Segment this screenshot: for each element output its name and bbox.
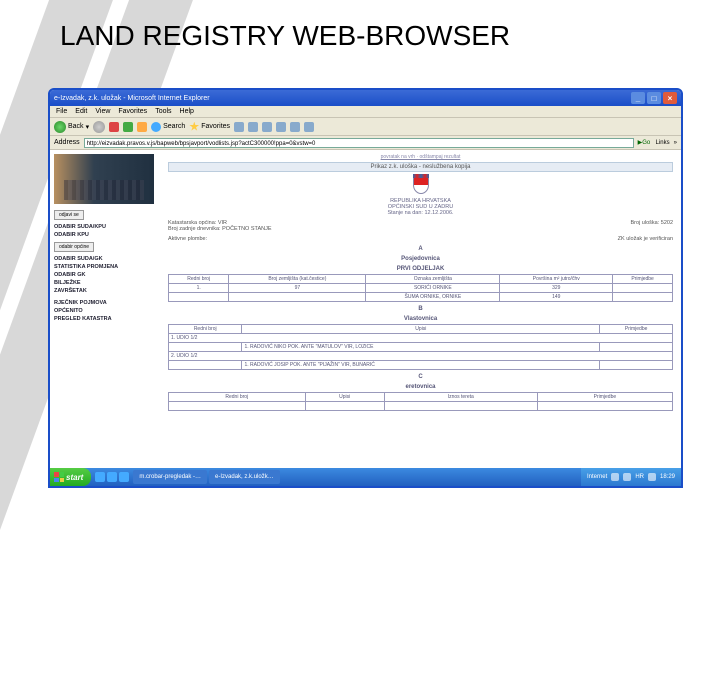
window-title: e-Izvadak, z.k. uložak - Microsoft Inter…: [54, 95, 629, 102]
lang-indicator[interactable]: HR: [635, 474, 644, 480]
sidebar-item-9[interactable]: OPĆENITO: [54, 308, 156, 314]
top-links[interactable]: povratak na vrh · odštampaj rezultat: [168, 154, 673, 160]
broj-label: Broj zadnje dnevnika: POČETNO STANJE: [168, 226, 673, 232]
table-row: 1. RADOVIĆ JOSIP POK. ANTE "PIJAŽIN" VIR…: [169, 361, 673, 370]
table-row: [169, 402, 673, 411]
sidebar-item-0[interactable]: ODABIR SUDA/KPU: [54, 224, 156, 230]
section-a-sub: Posjedovnica: [168, 256, 673, 262]
section-a: A: [168, 246, 673, 252]
system-tray: Internet HR 18:29: [581, 468, 681, 486]
logout-button[interactable]: odjavi se: [54, 210, 84, 220]
quick-launch: [95, 472, 129, 482]
maximize-button[interactable]: □: [647, 92, 661, 104]
search-button[interactable]: Search: [151, 122, 185, 132]
edit-icon[interactable]: [276, 122, 286, 132]
menu-edit[interactable]: Edit: [75, 108, 87, 115]
address-bar: Address http://eizvadak.pravos.v.js/bapw…: [50, 136, 681, 150]
tray-icon[interactable]: [623, 473, 631, 481]
section-b-sub: Vlastovnica: [168, 316, 673, 322]
sidebar-item-1[interactable]: ODABIR KPU: [54, 232, 156, 238]
menu-favorites[interactable]: Favorites: [118, 108, 147, 115]
tray-icon[interactable]: [648, 473, 656, 481]
mail-icon[interactable]: [248, 122, 258, 132]
table-row: Redni brojUpisiPrimjedbe: [169, 325, 673, 334]
print-icon[interactable]: [262, 122, 272, 132]
menu-tools[interactable]: Tools: [155, 108, 171, 115]
net-label: Internet: [587, 474, 607, 480]
tray-icon[interactable]: [611, 473, 619, 481]
task-button-1[interactable]: m.crobar-pregledak -…: [133, 470, 207, 484]
links-label[interactable]: Links: [656, 140, 670, 146]
titlebar[interactable]: e-Izvadak, z.k. uložak - Microsoft Inter…: [50, 90, 681, 106]
task-button-2[interactable]: e-Izvadak, z.k.uložk…: [209, 470, 280, 484]
slide-title: LAND REGISTRY WEB-BROWSER: [60, 20, 510, 52]
close-button[interactable]: ×: [663, 92, 677, 104]
date-label: Stanje na dan: 12.12.2006.: [168, 210, 673, 216]
start-button[interactable]: start: [50, 468, 91, 486]
windows-icon: [54, 472, 64, 482]
search-icon: [151, 122, 161, 132]
sidebar-item-3[interactable]: ODABIR SUDA/GK: [54, 256, 156, 262]
shield-icon: [413, 176, 429, 194]
favorites-button[interactable]: Favorites: [189, 122, 230, 132]
messenger-icon[interactable]: [304, 122, 314, 132]
sidebar: odjavi se ODABIR SUDA/KPU ODABIR KPU oda…: [50, 150, 160, 486]
ql-icon[interactable]: [119, 472, 129, 482]
coat-of-arms: [168, 176, 673, 196]
refresh-icon[interactable]: [123, 122, 133, 132]
minimize-button[interactable]: _: [631, 92, 645, 104]
menu-view[interactable]: View: [95, 108, 110, 115]
ver-label: ZK uložak je verificiran: [618, 236, 673, 242]
table-row: 1.97SORIĆI ORNIKE329: [169, 284, 673, 293]
sidebar-item-6[interactable]: BILJEŽKE: [54, 280, 156, 286]
doc-heading: Prikaz z.k. uloška - neslužbena kopija: [168, 162, 673, 172]
toolbar: Back ▾ Search Favorites: [50, 118, 681, 136]
sidebar-item-8[interactable]: RJEČNIK POJMOVA: [54, 300, 156, 306]
header-photo: [54, 154, 154, 204]
menubar: File Edit View Favorites Tools Help: [50, 106, 681, 118]
clock[interactable]: 18:29: [660, 474, 675, 480]
section-c: C: [168, 374, 673, 380]
sidebar-item-4[interactable]: STATISTIKA PROMJENA: [54, 264, 156, 270]
table-c: Redni brojUpisiIznos teretaPrimjedbe: [168, 392, 673, 411]
page-viewport: odjavi se ODABIR SUDA/KPU ODABIR KPU oda…: [50, 150, 681, 486]
chevron-right-icon[interactable]: »: [674, 140, 677, 146]
stop-icon[interactable]: [109, 122, 119, 132]
menu-file[interactable]: File: [56, 108, 67, 115]
home-icon[interactable]: [137, 122, 147, 132]
table-row: 1. RADOVIĆ NIKO POK. ANTE "MATULOV" VIR,…: [169, 343, 673, 352]
table-row: Redni brojBroj zemljišta (kat.čestice)Oz…: [169, 275, 673, 284]
ql-icon[interactable]: [107, 472, 117, 482]
url-input[interactable]: http://eizvadak.pravos.v.js/bapweb/bpsja…: [84, 138, 634, 148]
table-row: Redni brojUpisiIznos teretaPrimjedbe: [169, 393, 673, 402]
sidebar-item-10[interactable]: PREGLED KATASTRA: [54, 316, 156, 322]
table-row: 2. UDIO 1/2: [169, 352, 673, 361]
back-icon: [54, 121, 66, 133]
section-b: B: [168, 306, 673, 312]
sidebar-item-5[interactable]: ODABIR GK: [54, 272, 156, 278]
table-a: Redni brojBroj zemljišta (kat.čestice)Oz…: [168, 274, 673, 302]
akt-label: Aktivne plombe:: [168, 236, 207, 242]
menu-help[interactable]: Help: [180, 108, 194, 115]
table-row: ŠUMA ORNIKE, ORNIKE149: [169, 293, 673, 302]
table-row: 1. UDIO 1/2: [169, 334, 673, 343]
ulozak-label: Broj uloška: 5202: [631, 220, 674, 226]
history-icon[interactable]: [234, 122, 244, 132]
forward-button[interactable]: [93, 121, 105, 133]
address-label: Address: [54, 139, 80, 146]
section-a-sub2: PRVI ODJELJAK: [168, 266, 673, 272]
taskbar: start m.crobar-pregledak -… e-Izvadak, z…: [50, 468, 681, 486]
section-c-sub: eretovnica: [168, 384, 673, 390]
discuss-icon[interactable]: [290, 122, 300, 132]
browser-window: e-Izvadak, z.k. uložak - Microsoft Inter…: [48, 88, 683, 488]
back-button[interactable]: Back ▾: [54, 121, 89, 133]
sidebar-item-7[interactable]: ZAVRŠETAK: [54, 288, 156, 294]
sidebar-item-2[interactable]: odabir općine: [54, 242, 94, 252]
table-b: Redni brojUpisiPrimjedbe 1. UDIO 1/2 1. …: [168, 324, 673, 370]
ql-icon[interactable]: [95, 472, 105, 482]
document-panel: povratak na vrh · odštampaj rezultat Pri…: [160, 150, 681, 486]
star-icon: [189, 122, 199, 132]
go-button[interactable]: ▶Go: [638, 139, 652, 146]
